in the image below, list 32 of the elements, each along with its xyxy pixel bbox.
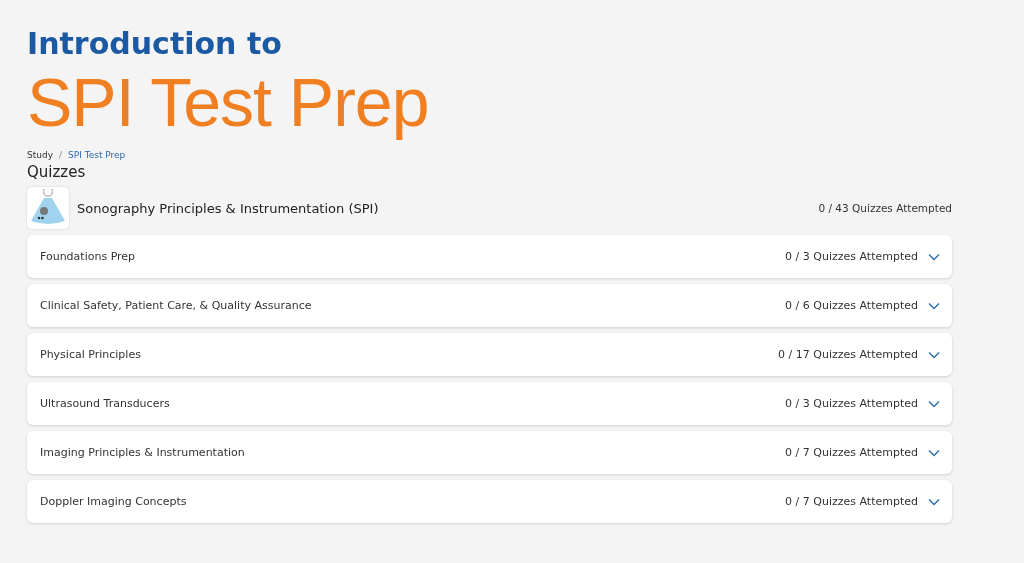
breadcrumb-separator: / (59, 150, 63, 160)
section-title: Quizzes (27, 163, 87, 181)
breadcrumb-item: Study (27, 150, 53, 160)
quiz-progress: 0 / 3 Quizzes Attempted (785, 397, 918, 410)
course-name: Sonography Principles & Instrumentation (SPI) (77, 200, 380, 216)
topic-row[interactable]: Clinical Safety, Patient Care, & Quality Assurance 0 / 6 Quizzes Attempted (27, 284, 952, 327)
quiz-progress: 0 / 7 Quizzes Attempted (785, 495, 918, 508)
chevron-icon (928, 399, 940, 408)
quiz-progress: 0 / 7 Quizzes Attempted (785, 446, 918, 459)
chevron-icon (928, 448, 940, 457)
topic-row[interactable]: Physical Principles 0 / 17 Quizzes Attempted (27, 333, 952, 376)
topic-row[interactable]: Ultrasound Transducers 0 / 3 Quizzes Attempted (27, 382, 952, 425)
topic-name: Imaging Principles & Instrumentation (40, 446, 246, 459)
breadcrumb-link[interactable]: SPI Test Prep (68, 150, 126, 160)
chevron-icon (928, 350, 940, 359)
quiz-progress: 0 / 6 Quizzes Attempted (785, 299, 918, 312)
topic-row[interactable]: Imaging Principles & Instrumentation 0 / 7 Quizzes Attempted (27, 431, 952, 474)
ultrasound-icon (27, 187, 69, 229)
quiz-progress: 0 / 17 Quizzes Attempted (778, 348, 918, 361)
topic-name: Foundations Prep (40, 250, 137, 263)
quiz-progress: 0 / 3 Quizzes Attempted (785, 250, 918, 263)
topic-name: Physical Principles (40, 348, 142, 361)
chevron-icon (928, 301, 940, 310)
page-title: SPI Test Prep (27, 63, 430, 142)
topic-name: Ultrasound Transducers (40, 397, 171, 410)
topic-name: Clinical Safety, Patient Care, & Quality Assurance (40, 299, 313, 312)
chevron-icon (928, 497, 940, 506)
page-subtitle: Introduction to (27, 26, 283, 62)
topic-name: Doppler Imaging Concepts (40, 495, 188, 508)
topic-row[interactable]: Foundations Prep 0 / 3 Quizzes Attempted (27, 235, 952, 278)
topic-row[interactable]: Doppler Imaging Concepts 0 / 7 Quizzes Attempted (27, 480, 952, 523)
chevron-icon (928, 252, 940, 261)
